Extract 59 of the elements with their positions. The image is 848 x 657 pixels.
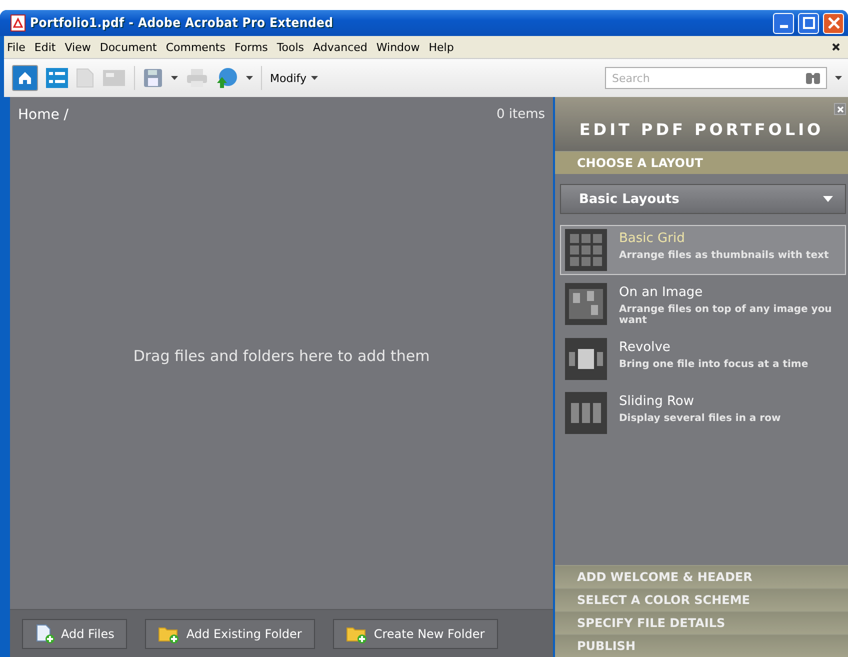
caret-icon[interactable] [835,76,842,80]
layout-description: Bring one file into focus at a time [619,359,808,370]
menu-item[interactable]: Comments [166,40,226,54]
panel-title: EDIT PDF PORTFOLIO [579,120,824,138]
layout-option[interactable]: Basic Grid Arrange files as thumbnails with text [560,225,846,275]
maximize-button[interactable] [798,12,819,34]
menu-item[interactable]: File [7,40,26,54]
layout-description: Display several files in a row [619,413,781,424]
layout-option[interactable]: Sliding Row Display several files in a row [560,388,846,438]
layout-option[interactable]: Revolve Bring one file into focus at a time [560,334,846,384]
modify-menu-button[interactable]: Modify [270,72,318,84]
close-icon [836,106,844,112]
binoculars-icon[interactable] [805,71,821,85]
panels-icon [565,338,607,380]
add-button[interactable]: Add Existing Folder [145,618,315,648]
grid-icon [565,229,607,271]
menu-item[interactable]: Advanced [313,40,368,54]
menu-item[interactable]: Document [100,40,157,54]
caret-icon[interactable] [171,76,178,80]
section-header[interactable]: CHOOSE A LAYOUT [555,151,848,174]
search-field[interactable]: Search [605,67,827,89]
details-icon[interactable] [46,68,68,88]
caret-icon[interactable] [246,76,253,80]
caret-icon [311,76,318,80]
layout-dropdown[interactable]: Basic Layouts [560,184,846,214]
menu-item[interactable]: Edit [34,40,56,54]
file-add-icon [35,624,55,644]
window-title: Portfolio1.pdf - Adobe Acrobat Pro Extended [30,16,334,30]
item-count: 0 items [496,107,545,123]
minimize-icon [780,25,788,28]
drop-hint: Drag files and folders here to add them [133,347,430,365]
close-button[interactable] [834,103,846,115]
pages-icon [565,283,607,325]
add-button[interactable]: Create New Folder [332,618,498,648]
maximize-icon [802,17,814,29]
layout-option[interactable]: On an Image Arrange files on top of any image you want [560,279,846,330]
layout-name: On an Image [619,285,704,300]
globe-icon[interactable] [216,67,238,89]
save-icon[interactable] [143,68,163,88]
layout-name: Basic Grid [619,231,686,246]
close-icon[interactable] [832,43,840,51]
menu-item[interactable]: Help [428,40,454,54]
layout-description: Arrange files as thumbnails with text [619,250,829,261]
minimize-button[interactable] [773,12,794,34]
home-button[interactable] [12,65,38,91]
add-button[interactable]: Add Files [22,618,128,648]
layout-name: Sliding Row [619,394,695,409]
close-icon [828,17,840,29]
layout-description: Arrange files on top of any image you want [619,304,833,326]
panels-icon [565,392,607,434]
menu-item[interactable]: Tools [276,40,304,54]
menu-item[interactable]: View [64,40,91,54]
layout-name: Revolve [619,340,672,355]
breadcrumb[interactable]: Home / [18,107,69,123]
document-icon [10,14,26,32]
menu-item[interactable]: Window [376,40,420,54]
home-icon [17,70,33,86]
dropdown-arrow-icon [823,196,833,202]
menu-item[interactable]: Forms [234,40,268,54]
